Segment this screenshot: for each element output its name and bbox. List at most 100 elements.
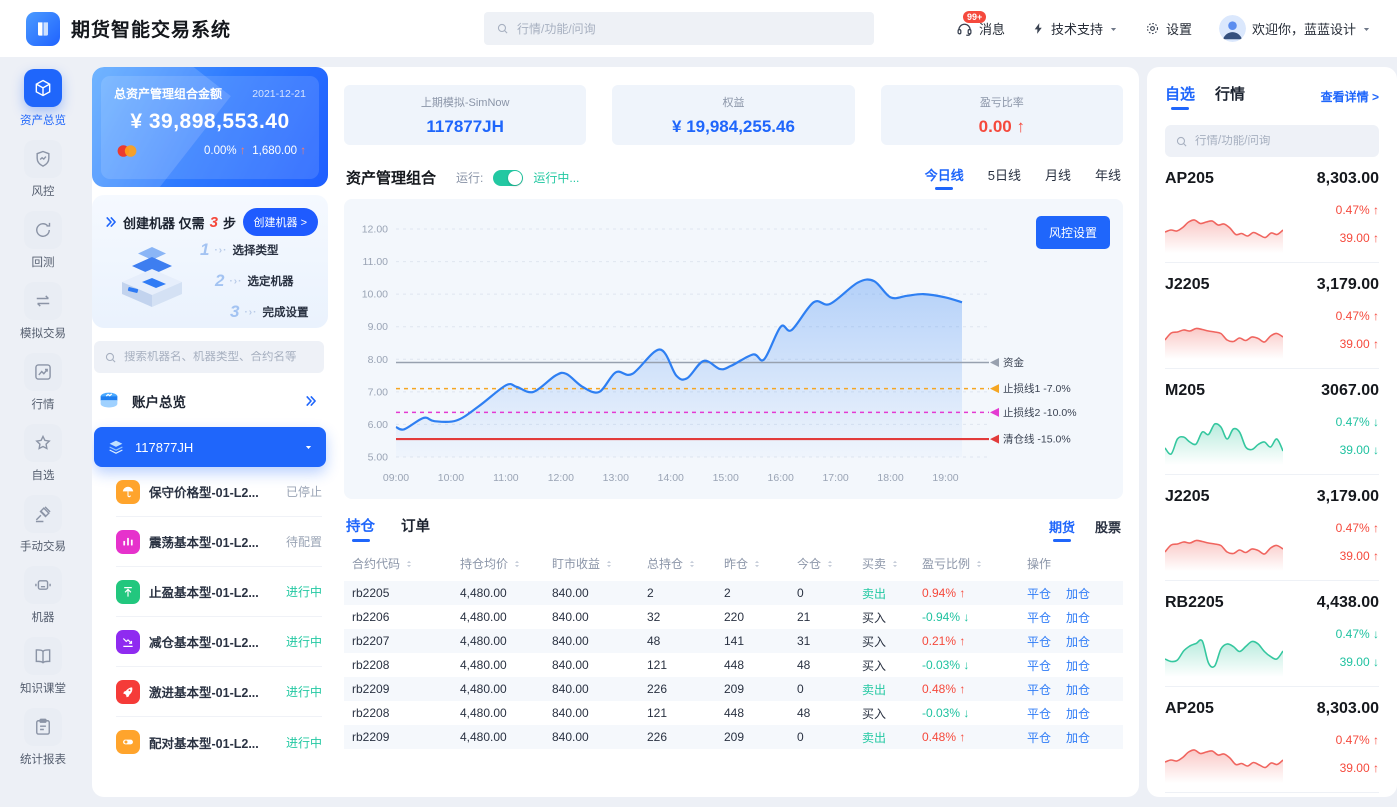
- tab-watchlist-1[interactable]: 行情: [1215, 83, 1245, 110]
- watchlist-item[interactable]: RB22054,438.000.47% ↓39.00 ↓: [1165, 581, 1379, 687]
- percent-change: 0.47% ↑: [1336, 203, 1379, 217]
- watchlist-item-bottom: 0.47% ↑39.00 ↑: [1165, 195, 1379, 253]
- tab-market-0[interactable]: 期货: [1049, 517, 1075, 542]
- robot-item[interactable]: 震荡基本型-01-L2...待配置: [116, 517, 322, 567]
- messages-button[interactable]: 99+ 消息: [956, 19, 1005, 38]
- close-position-link[interactable]: 平仓: [1027, 585, 1051, 602]
- sidebar-item-report[interactable]: 统计报表: [20, 708, 66, 767]
- column-header[interactable]: 操作: [1027, 555, 1115, 572]
- robot-status: 已停止: [286, 483, 322, 500]
- column-header[interactable]: 总持仓: [647, 555, 724, 572]
- star-icon: [24, 424, 62, 462]
- tab-positions-0[interactable]: 持仓: [346, 515, 375, 542]
- watchlist-item[interactable]: AP2058,303.000.47% ↑39.00 ↑: [1165, 157, 1379, 263]
- tab-period-0[interactable]: 今日线: [925, 165, 964, 190]
- sort-icon[interactable]: [974, 559, 984, 569]
- close-position-link[interactable]: 平仓: [1027, 633, 1051, 650]
- sidebar-item-robot[interactable]: 机器: [24, 566, 62, 625]
- view-details-link[interactable]: 查看详情 >: [1321, 88, 1379, 105]
- watchlist-item[interactable]: J22053,179.000.47% ↑39.00 ↑: [1165, 263, 1379, 369]
- table-row: rb22084,480.00840.0012144848买入-0.03% ↓平仓…: [344, 701, 1123, 725]
- sidebar-item-label: 机器: [32, 609, 55, 625]
- sort-icon[interactable]: [404, 559, 414, 569]
- step-number: 2: [215, 271, 224, 291]
- create-robot-step: 2·›·选定机器: [215, 271, 318, 291]
- run-toggle[interactable]: [493, 170, 523, 186]
- asset-percent: 0.00% ↑: [204, 145, 246, 157]
- table-row: rb22074,480.00840.004814131买入0.21% ↑平仓加仓: [344, 629, 1123, 653]
- add-position-link[interactable]: 加仓: [1066, 729, 1090, 746]
- step-dots-icon: ·›·: [214, 245, 227, 256]
- support-menu[interactable]: 技术支持: [1032, 19, 1118, 38]
- stat-value: ¥ 19,984,255.46: [672, 117, 795, 137]
- tab-period-1[interactable]: 5日线: [988, 165, 1021, 190]
- add-position-link[interactable]: 加仓: [1066, 657, 1090, 674]
- global-search[interactable]: [484, 12, 874, 45]
- sidebar-item-star[interactable]: 自选: [24, 424, 62, 483]
- user-menu[interactable]: 欢迎你，蓝蓝设计: [1219, 15, 1371, 42]
- column-header[interactable]: 合约代码: [352, 555, 460, 572]
- up-arrow-icon: ↑: [1012, 117, 1025, 136]
- column-header[interactable]: 盈亏比例: [922, 555, 1027, 572]
- sort-icon[interactable]: [752, 559, 762, 569]
- sidebar-item-gavel[interactable]: 手动交易: [20, 495, 66, 554]
- sort-icon[interactable]: [604, 559, 614, 569]
- watchlist-item[interactable]: AP2058,303.000.47% ↑39.00 ↑: [1165, 687, 1379, 793]
- add-position-link[interactable]: 加仓: [1066, 633, 1090, 650]
- tab-period-2[interactable]: 月线: [1045, 165, 1071, 190]
- robot-item[interactable]: 止盈基本型-01-L2...进行中: [116, 567, 322, 617]
- sidebar-item-swap[interactable]: 模拟交易: [20, 282, 66, 341]
- add-position-link[interactable]: 加仓: [1066, 681, 1090, 698]
- robot-item[interactable]: 激进基本型-01-L2...进行中: [116, 667, 322, 717]
- watchlist-item[interactable]: M2053067.000.47% ↓39.00 ↓: [1165, 369, 1379, 475]
- watchlist-item-top: AP2058,303.00: [1165, 700, 1379, 718]
- column-label: 今仓: [797, 555, 821, 572]
- sidebar-item-cube[interactable]: 资产总览: [20, 69, 66, 128]
- create-robot-button[interactable]: 创建机器 >: [243, 208, 318, 236]
- watchlist-item[interactable]: J22053,179.000.47% ↑39.00 ↑: [1165, 475, 1379, 581]
- close-position-link[interactable]: 平仓: [1027, 657, 1051, 674]
- tab-watchlist-0[interactable]: 自选: [1165, 83, 1195, 110]
- sort-icon[interactable]: [687, 559, 697, 569]
- tab-market-1[interactable]: 股票: [1095, 517, 1121, 542]
- sidebar-item-trend[interactable]: 行情: [24, 353, 62, 412]
- risk-settings-button[interactable]: 风控设置: [1036, 216, 1110, 249]
- sort-icon[interactable]: [825, 559, 835, 569]
- tab-positions-1[interactable]: 订单: [401, 515, 430, 542]
- watchlist-search[interactable]: [1165, 125, 1379, 157]
- column-header[interactable]: 持仓均价: [460, 555, 552, 572]
- tab-period-3[interactable]: 年线: [1095, 165, 1121, 190]
- robot-item[interactable]: 保守价格型-01-L2...已停止: [116, 467, 322, 517]
- account-overview[interactable]: 账户总览: [92, 373, 328, 427]
- sort-icon[interactable]: [890, 559, 900, 569]
- robot-search[interactable]: [94, 341, 324, 373]
- create-robot-step: 1·›·选择类型: [200, 240, 318, 260]
- sidebar-item-refresh[interactable]: 回测: [24, 211, 62, 270]
- watchlist-search-input[interactable]: [1195, 135, 1369, 147]
- sidebar-item-book[interactable]: 知识课堂: [20, 637, 66, 696]
- robot-item[interactable]: 减仓基本型-01-L2...进行中: [116, 617, 322, 667]
- svg-text:15:00: 15:00: [713, 472, 739, 484]
- settings-label: 设置: [1166, 19, 1192, 38]
- close-position-link[interactable]: 平仓: [1027, 729, 1051, 746]
- sort-icon[interactable]: [512, 559, 522, 569]
- close-position-link[interactable]: 平仓: [1027, 705, 1051, 722]
- add-position-link[interactable]: 加仓: [1066, 609, 1090, 626]
- close-position-link[interactable]: 平仓: [1027, 681, 1051, 698]
- cell-side: 买入: [862, 657, 922, 674]
- close-position-link[interactable]: 平仓: [1027, 609, 1051, 626]
- column-label: 合约代码: [352, 555, 400, 572]
- column-header[interactable]: 买卖: [862, 555, 922, 572]
- column-header[interactable]: 盯市收益: [552, 555, 647, 572]
- settings-button[interactable]: 设置: [1145, 19, 1192, 38]
- robot-search-input[interactable]: [124, 351, 314, 363]
- column-header[interactable]: 今仓: [797, 555, 862, 572]
- selected-account[interactable]: 117877JH: [94, 427, 326, 467]
- robot-item[interactable]: 配对基本型-01-L2...进行中: [116, 717, 322, 767]
- app-logo-icon: [26, 12, 60, 46]
- add-position-link[interactable]: 加仓: [1066, 585, 1090, 602]
- column-header[interactable]: 昨仓: [724, 555, 797, 572]
- sidebar-item-shield[interactable]: 风控: [24, 140, 62, 199]
- global-search-input[interactable]: [517, 22, 862, 36]
- add-position-link[interactable]: 加仓: [1066, 705, 1090, 722]
